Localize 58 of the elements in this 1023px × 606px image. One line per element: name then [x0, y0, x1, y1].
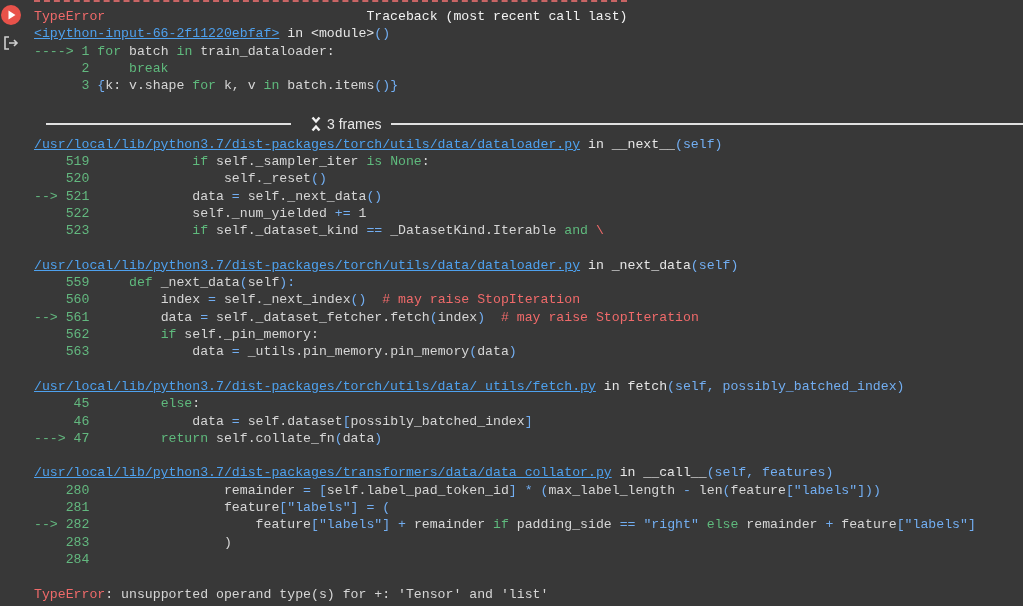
line-number: 45 — [72, 395, 90, 413]
function-context: in _next_data(self) — [587, 256, 739, 275]
line-number: 520 — [64, 170, 90, 188]
code-line: break — [128, 59, 169, 78]
line-number: 562 — [64, 326, 90, 344]
collapse-icon — [311, 115, 321, 132]
line-number: 522 — [64, 204, 90, 223]
line-number: 519 — [64, 153, 90, 171]
code-line: if self._pin_memory: — [160, 326, 319, 344]
function-context: in __call__(self, features) — [619, 464, 834, 482]
run-icon[interactable] — [1, 5, 21, 25]
line-number: --> 521 — [34, 187, 90, 205]
function-context: in <module>() — [287, 25, 391, 43]
line-number: ---> 47 — [34, 429, 90, 448]
code-line: feature["labels"] + remainder if padding_side == "right" else remainder + feature["labels"] — [255, 516, 976, 534]
line-number: 3 — [80, 77, 90, 95]
code-line: ) — [223, 533, 232, 551]
line-number: 46 — [72, 412, 90, 430]
code-line: {k: v.shape for k, v in batch.items()} — [97, 77, 399, 95]
code-line: data = self.dataset[possibly_batched_index] — [192, 412, 533, 430]
code-line: self._reset() — [223, 170, 327, 188]
code-line: def _next_data(self): — [128, 274, 296, 292]
code-line: else: — [160, 395, 201, 413]
code-line: data = self._dataset_fetcher.fetch(index) # may raise StopIteration — [160, 308, 699, 327]
traceback-title: Traceback (most recent call last) — [366, 8, 628, 26]
line-number: --> 561 — [34, 308, 90, 327]
code-line: index = self._next_index() # may raise StopIteration — [160, 291, 581, 309]
file-link[interactable]: /usr/local/lib/python3.7/dist-packages/torch/utils/data/dataloader.py — [34, 256, 581, 275]
error-message: TypeError: unsupported operand type(s) for +: 'Tensor' and 'list' — [34, 585, 549, 603]
line-number: 280 — [64, 481, 90, 499]
frames-toggle[interactable]: 3 frames — [307, 115, 392, 132]
line-number: 563 — [64, 343, 90, 361]
code-line: feature["labels"] = ( — [223, 499, 391, 517]
code-line: if self._dataset_kind == _DatasetKind.Iterable and \ — [192, 222, 604, 240]
code-line: data = self._next_data() — [192, 187, 383, 205]
source-link[interactable]: <ipython-input-66-2f11220ebfaf> — [34, 25, 280, 43]
code-line: if self._sampler_iter is None: — [192, 153, 430, 171]
line-number: 283 — [64, 533, 90, 551]
file-link[interactable]: /usr/local/lib/python3.7/dist-packages/torch/utils/data/dataloader.py — [34, 135, 581, 154]
error-type: TypeError — [34, 8, 106, 26]
line-number: 523 — [64, 222, 90, 240]
line-number: ----> 1 — [34, 42, 90, 60]
code-line: self._num_yielded += 1 — [192, 204, 367, 223]
line-number: 559 — [64, 274, 90, 292]
line-number: 281 — [64, 499, 90, 517]
code-line: return self.collate_fn(data) — [160, 429, 383, 448]
output-icon[interactable] — [3, 35, 19, 51]
function-context: in fetch(self, possibly_batched_index) — [603, 377, 905, 396]
line-number: --> 282 — [34, 516, 90, 534]
file-link[interactable]: /usr/local/lib/python3.7/dist-packages/torch/utils/data/_utils/fetch.py — [34, 377, 596, 396]
line-number: 284 — [64, 550, 90, 569]
function-context: in __next__(self) — [587, 135, 723, 154]
line-number: 2 — [80, 59, 90, 78]
line-number: 560 — [64, 291, 90, 309]
file-link[interactable]: /usr/local/lib/python3.7/dist-packages/transformers/data/data_collator.py — [34, 464, 612, 482]
code-line: remainder = [self.label_pad_token_id] * (max_label_length - len(feature["labels"])) — [223, 481, 881, 499]
code-line: for batch in train_dataloader: — [97, 42, 335, 60]
code-line: data = _utils.pin_memory.pin_memory(data) — [192, 343, 517, 361]
